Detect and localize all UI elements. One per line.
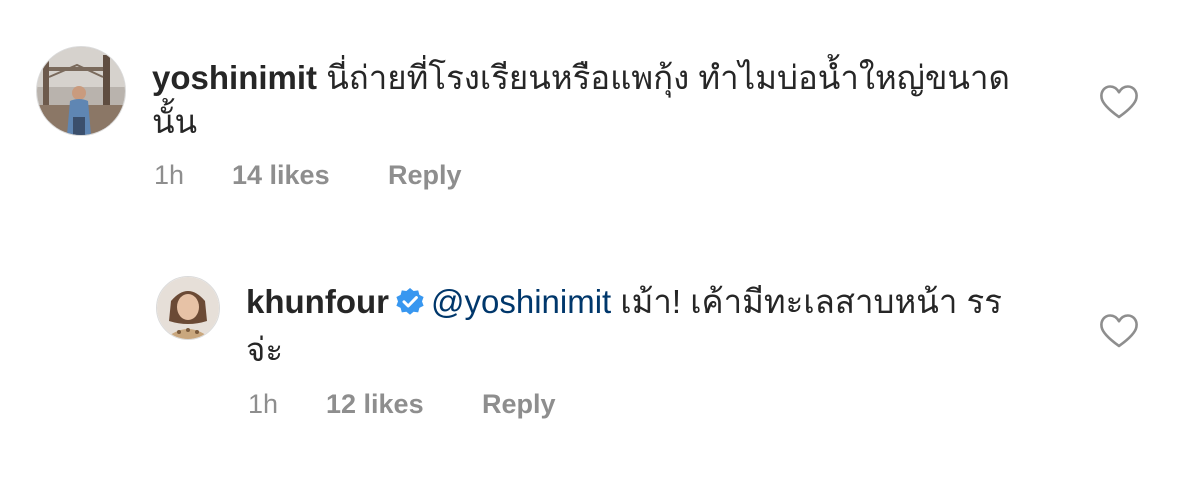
comment-time: 1h bbox=[154, 160, 185, 190]
comment-text-line-2: จ่ะ bbox=[246, 331, 284, 368]
reply-button[interactable]: Reply bbox=[388, 160, 462, 191]
comment-meta: 1h 14 likes Reply bbox=[154, 160, 462, 191]
comment-likes[interactable]: 14 likes bbox=[232, 160, 388, 191]
comment-text: นี่ถ่ายที่โรงเรียนหรือแพกุ้ง ทำไมบ่อน้ำใ… bbox=[326, 59, 1010, 96]
comment-username[interactable]: khunfour bbox=[246, 283, 389, 320]
profile-photo-woman bbox=[157, 277, 219, 339]
heart-outline-icon bbox=[1100, 314, 1138, 348]
like-button[interactable] bbox=[1099, 84, 1139, 120]
comment-body: yoshinimit นี่ถ่ายที่โรงเรียนหรือแพกุ้ง … bbox=[152, 56, 1052, 144]
comment-text: เม้า! เค้ามีทะเลสาบหน้า รร bbox=[611, 283, 1002, 320]
comment-meta: 1h 12 likes Reply bbox=[248, 389, 556, 420]
comment-yoshinimit: yoshinimit นี่ถ่ายที่โรงเรียนหรือแพกุ้ง … bbox=[0, 0, 1200, 230]
comment-text-line-2: นั้น bbox=[152, 103, 198, 140]
mention-link[interactable]: @yoshinimit bbox=[431, 283, 611, 320]
comment-time: 1h bbox=[248, 389, 279, 419]
like-button[interactable] bbox=[1099, 313, 1139, 349]
comment-username[interactable]: yoshinimit bbox=[152, 59, 317, 96]
comment-khunfour: khunfour @yoshinimit เม้า! เค้ามีทะเลสาบห… bbox=[0, 250, 1200, 480]
comment-body: khunfour @yoshinimit เม้า! เค้ามีทะเลสาบห… bbox=[246, 280, 1066, 372]
profile-photo-man-on-bridge bbox=[37, 47, 125, 135]
reply-button[interactable]: Reply bbox=[482, 389, 556, 420]
avatar-yoshinimit[interactable] bbox=[36, 46, 126, 136]
comment-likes[interactable]: 12 likes bbox=[326, 389, 482, 420]
avatar-khunfour[interactable] bbox=[156, 276, 220, 340]
verified-badge-icon bbox=[395, 284, 425, 328]
heart-outline-icon bbox=[1100, 85, 1138, 119]
